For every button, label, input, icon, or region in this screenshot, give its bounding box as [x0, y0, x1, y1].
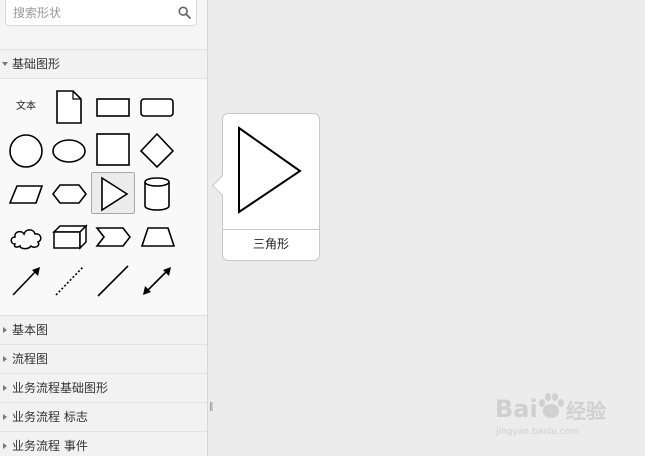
sidebar-resize-handle[interactable]: ‖: [209, 401, 215, 413]
shape-chevron[interactable]: [91, 215, 135, 257]
caret-right-icon: [3, 443, 7, 449]
shape-dotted-line[interactable]: [47, 259, 91, 301]
bidirectional-arrow-icon: [143, 267, 171, 295]
chevron-icon: [95, 227, 132, 247]
rounded-rectangle-icon: [140, 98, 174, 117]
shape-cube[interactable]: [47, 215, 91, 257]
paw-logo-icon: [539, 393, 564, 418]
arrow-icon: [12, 267, 40, 296]
shape-document[interactable]: [47, 86, 91, 128]
shape-bidirectional-arrow[interactable]: [135, 259, 179, 301]
section-label: 基础图形: [12, 57, 61, 71]
shape-circle[interactable]: [4, 129, 48, 171]
ellipse-icon: [52, 139, 86, 163]
section-label: 业务流程基础图形: [12, 381, 109, 395]
shapes-panel: 文本: [0, 78, 207, 316]
shape-hexagon[interactable]: [47, 172, 91, 214]
watermark: Bai 经验 jingyan.baidu.com: [490, 383, 640, 453]
shape-rounded-rectangle[interactable]: [135, 86, 179, 128]
shape-triangle[interactable]: [91, 172, 135, 214]
search-box: [5, 0, 197, 26]
rectangle-icon: [96, 98, 130, 117]
hexagon-icon: [51, 184, 88, 204]
dotted-line-icon: [55, 266, 84, 296]
shape-cloud[interactable]: [4, 215, 48, 257]
section-label: 业务流程 标志: [12, 410, 88, 424]
shape-diamond[interactable]: [135, 129, 179, 171]
section-bpmn-basic[interactable]: 业务流程基础图形: [0, 373, 207, 402]
search-icon[interactable]: [178, 6, 191, 19]
watermark-brand: Bai: [495, 395, 538, 423]
shape-line[interactable]: [91, 259, 135, 301]
section-basic-diagram[interactable]: 基本图: [0, 315, 207, 344]
section-label: 业务流程 事件: [12, 439, 88, 453]
trapezoid-icon: [140, 227, 176, 247]
shape-text[interactable]: 文本: [4, 86, 48, 128]
shape-trapezoid[interactable]: [135, 215, 179, 257]
section-bpmn-markers[interactable]: 业务流程 标志: [0, 402, 207, 431]
caret-down-icon: [2, 62, 8, 66]
tooltip-label: 三角形: [252, 237, 289, 251]
shape-text-label: 文本: [16, 101, 36, 112]
shape-arrow[interactable]: [4, 259, 48, 301]
line-icon: [97, 265, 129, 297]
triangle-icon: [101, 176, 129, 212]
search-input[interactable]: [6, 0, 171, 25]
cloud-icon: [10, 229, 42, 250]
square-icon: [96, 133, 130, 166]
cylinder-icon: [144, 177, 170, 211]
circle-icon: [9, 134, 43, 168]
document-icon: [56, 90, 82, 124]
caret-right-icon: [3, 385, 7, 391]
shape-square[interactable]: [91, 129, 135, 171]
triangle-preview-icon: [238, 126, 302, 214]
watermark-brand-jingyan: 经验: [566, 399, 606, 423]
shape-ellipse[interactable]: [47, 129, 91, 171]
cube-icon: [52, 224, 88, 250]
shape-preview-tooltip: 三角形: [211, 113, 320, 261]
section-label: 基本图: [12, 323, 49, 337]
parallelogram-icon: [8, 185, 44, 204]
caret-right-icon: [3, 327, 7, 333]
section-basic-shapes[interactable]: 基础图形: [0, 49, 207, 78]
section-label: 流程图: [12, 352, 49, 366]
shape-parallelogram[interactable]: [4, 172, 48, 214]
section-flowchart[interactable]: 流程图: [0, 344, 207, 373]
shape-sidebar: 基础图形 文本: [0, 0, 208, 456]
shape-cylinder[interactable]: [135, 172, 179, 214]
section-bpmn-events[interactable]: 业务流程 事件: [0, 431, 207, 456]
shape-rectangle[interactable]: [91, 86, 135, 128]
diamond-icon: [139, 132, 175, 169]
watermark-url: jingyan.baidu.com: [496, 427, 580, 437]
caret-right-icon: [3, 356, 7, 362]
caret-right-icon: [3, 414, 7, 420]
